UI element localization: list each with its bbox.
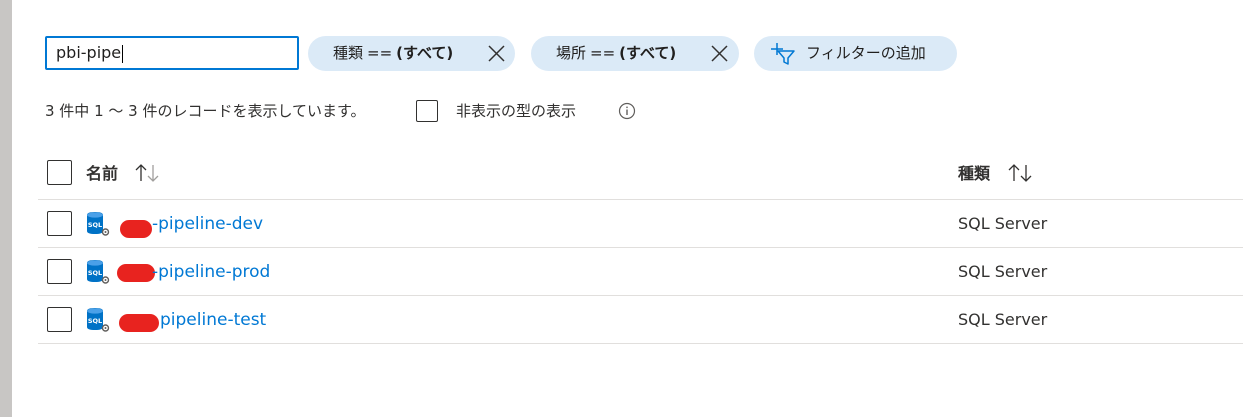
sort-arrows-icon[interactable]	[134, 162, 162, 184]
redaction-mark	[119, 314, 159, 332]
filter-location-value: (すべて)	[619, 44, 677, 62]
sql-server-icon: SQL	[87, 308, 110, 332]
resource-type-cell: SQL Server	[958, 262, 1048, 281]
sort-arrows-icon[interactable]	[1007, 162, 1035, 184]
filter-pill-type[interactable]: 種類 == (すべて)	[308, 36, 515, 71]
row-checkbox[interactable]	[47, 307, 72, 332]
row-checkbox[interactable]	[47, 259, 72, 284]
resource-name-link[interactable]: -pipeline-prod	[152, 262, 270, 282]
filter-type-op: ==	[367, 44, 393, 62]
filter-pill-location[interactable]: 場所 == (すべて)	[531, 36, 739, 71]
info-icon[interactable]	[618, 102, 636, 120]
redaction-mark	[117, 264, 155, 282]
svg-text:SQL: SQL	[88, 269, 102, 277]
record-count-text: 3 件中 1 ～ 3 件のレコードを表示しています。	[45, 102, 366, 120]
svg-text:SQL: SQL	[88, 221, 102, 229]
add-filter-label: フィルターの追加	[806, 44, 926, 62]
search-input[interactable]: pbi-pipe	[45, 36, 299, 70]
svg-text:SQL: SQL	[88, 317, 102, 325]
column-header-name[interactable]: 名前	[86, 160, 118, 184]
redaction-mark	[120, 220, 152, 238]
resource-name-link[interactable]: pipeline-test	[160, 310, 266, 330]
resource-type-cell: SQL Server	[958, 310, 1048, 329]
add-filter-button[interactable]: フィルターの追加	[754, 36, 957, 71]
sql-server-icon: SQL	[87, 260, 110, 284]
resource-type-cell: SQL Server	[958, 214, 1048, 233]
filter-type-text: 種類 == (すべて)	[333, 36, 453, 71]
filter-location-op: ==	[590, 44, 616, 62]
text-caret	[122, 44, 124, 63]
filter-type-key: 種類	[333, 44, 364, 62]
resource-name-link[interactable]: -pipeline-dev	[152, 214, 263, 234]
row-divider	[38, 295, 1243, 296]
row-divider	[38, 247, 1243, 248]
close-icon[interactable]	[711, 45, 728, 62]
filter-type-value: (すべて)	[396, 44, 454, 62]
row-divider	[38, 343, 1243, 344]
filter-location-key: 場所	[556, 44, 587, 62]
search-input-value: pbi-pipe	[56, 43, 122, 62]
filter-location-text: 場所 == (すべて)	[556, 36, 676, 71]
show-hidden-types-checkbox[interactable]	[416, 100, 438, 122]
column-header-type[interactable]: 種類	[958, 160, 990, 184]
header-divider	[38, 199, 1243, 200]
select-all-checkbox[interactable]	[47, 160, 72, 185]
close-icon[interactable]	[488, 45, 505, 62]
show-hidden-types-label[interactable]: 非表示の型の表示	[456, 100, 576, 121]
sql-server-icon: SQL	[87, 212, 110, 236]
left-rail	[0, 0, 12, 417]
filter-add-icon	[771, 43, 795, 65]
row-checkbox[interactable]	[47, 211, 72, 236]
